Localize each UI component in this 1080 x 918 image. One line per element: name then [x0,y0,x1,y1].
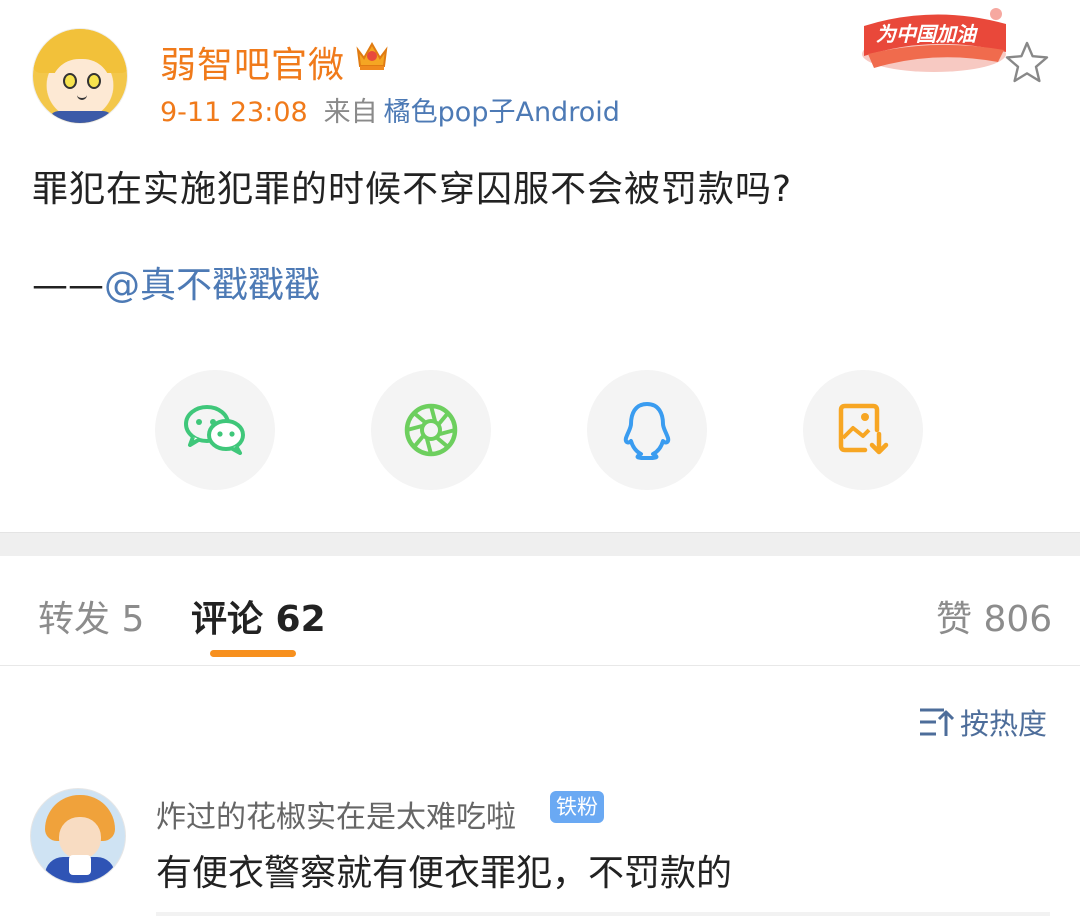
save-image-icon [838,403,889,455]
share-wechat-button[interactable] [155,370,275,490]
tab-active-indicator [210,650,296,657]
china-support-badge: 为中国加油 [858,4,1010,76]
commenter-name[interactable]: 炸过的花椒实在是太难吃啦 [156,792,516,836]
sort-label: 按热度 [960,707,1048,741]
tab-repost[interactable]: 转发 5 [38,590,144,642]
crown-icon [356,41,388,70]
wechat-icon [184,405,245,455]
share-row [0,370,1080,492]
share-moments-button[interactable] [371,370,491,490]
author-name[interactable]: 弱智吧官微 [160,36,345,88]
favorite-star-icon[interactable] [1004,40,1050,84]
mention-link[interactable]: @真不戳戳戳 [104,265,320,306]
comment-text: 有便衣警察就有便衣罪犯，不罚款的 [156,853,733,894]
commenter-avatar[interactable] [30,788,126,884]
save-image-button[interactable] [803,370,923,490]
from-label: 来自 [323,97,378,128]
tab-comments[interactable]: 评论 62 [191,590,326,642]
sort-icon [920,708,954,736]
comment-separator [156,912,1050,916]
fan-badge: 铁粉 [550,791,604,823]
qq-icon [623,402,671,460]
moments-icon [404,403,458,457]
section-divider [0,532,1080,556]
credit-dash: —— [32,265,104,306]
post-time: 9-11 23:08 [160,97,308,128]
client-link[interactable]: 橘色pop子Android [384,97,620,128]
share-qq-button[interactable] [587,370,707,490]
detail-tabs: 转发 5 评论 62 赞 806 [0,556,1080,666]
post-meta: 9-11 23:08 来自 橘色pop子Android [160,90,620,129]
post-credit: ——@真不戳戳戳 [32,256,320,308]
tab-likes[interactable]: 赞 806 [936,590,1052,642]
author-avatar[interactable] [32,28,128,124]
sort-by-hot-button[interactable]: 按热度 [918,702,1047,742]
post-text: 罪犯在实施犯罪的时候不穿囚服不会被罚款吗? [32,169,793,210]
badge-text: 为中国加油 [876,22,976,46]
